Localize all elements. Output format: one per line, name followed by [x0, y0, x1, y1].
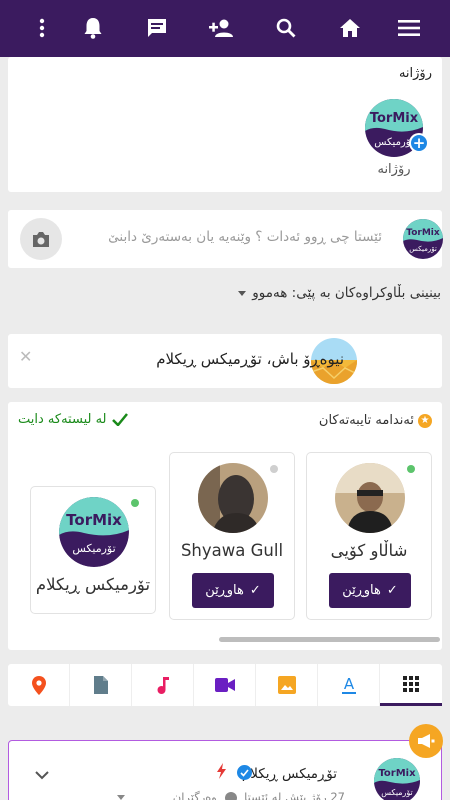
user-avatar: TorMix تۆرمیکس	[403, 219, 443, 259]
add-person-icon[interactable]	[207, 14, 235, 42]
avatar[interactable]	[198, 463, 268, 533]
more-vert-icon[interactable]	[28, 14, 56, 42]
camera-icon[interactable]	[20, 218, 62, 260]
svg-text:TorMix: TorMix	[406, 228, 440, 238]
stories-card: رۆژانە TorMix تۆرمیکس + رۆژانە	[8, 57, 442, 192]
horizontal-scrollbar[interactable]	[219, 637, 440, 642]
video-icon[interactable]	[194, 664, 256, 706]
online-status-dot	[407, 465, 415, 473]
file-icon[interactable]	[70, 664, 132, 706]
svg-text:تۆرمیکس: تۆرمیکس	[72, 542, 115, 555]
svg-text:TorMix: TorMix	[370, 111, 419, 126]
check-icon	[111, 413, 128, 426]
svg-text:A: A	[343, 676, 354, 693]
avatar[interactable]	[335, 463, 405, 533]
globe-icon	[224, 791, 237, 800]
greeting-text: نیوەڕۆ باش، تۆڕمیکس ڕیکلام	[156, 350, 344, 368]
post-timestamp: 27 رۆژ پێش لە ئێستا وەرگێران	[173, 790, 345, 800]
online-status-dot	[131, 499, 139, 507]
search-icon[interactable]	[272, 14, 300, 42]
verified-icon	[237, 765, 252, 780]
lightning-icon	[217, 763, 226, 783]
svg-text:TorMix: TorMix	[66, 511, 122, 529]
post-composer[interactable]: TorMix تۆرمیکس ئێستا چی ڕوو ئەدات ؟ وێنە…	[8, 210, 443, 268]
star-icon: ★	[418, 413, 432, 428]
svg-text:تۆرمیکس: تۆرمیکس	[409, 245, 437, 253]
add-story-avatar[interactable]: TorMix تۆرمیکس +	[365, 99, 429, 157]
chevron-down-icon[interactable]	[35, 765, 49, 784]
top-navbar	[0, 0, 450, 57]
svg-text:TorMix: TorMix	[378, 768, 416, 779]
bell-icon[interactable]	[79, 14, 107, 42]
avatar[interactable]: TorMix تۆرمیکس	[59, 497, 129, 567]
megaphone-icon[interactable]	[409, 724, 443, 758]
stories-title: رۆژانە	[398, 66, 432, 81]
svg-text:تۆرمیکس: تۆرمیکس	[374, 137, 414, 148]
greeting-banner: نیوەڕۆ باش، تۆڕمیکس ڕیکلام ✕	[8, 334, 442, 388]
location-icon[interactable]	[8, 664, 70, 706]
image-icon[interactable]	[256, 664, 318, 706]
svg-text:تۆرمیکس: تۆرمیکس	[381, 788, 413, 797]
composer-placeholder[interactable]: ئێستا چی ڕوو ئەدات ؟ وێنەیە یان بەستەرێ …	[108, 229, 382, 245]
post-author-avatar[interactable]: TorMix تۆرمیکس	[374, 758, 420, 800]
story-label: رۆژانە	[377, 162, 411, 177]
sort-value[interactable]: هەموو	[252, 285, 287, 301]
offline-status-dot	[270, 465, 278, 473]
caret-down-icon[interactable]	[238, 290, 247, 296]
privacy-caret-icon[interactable]	[117, 795, 125, 800]
close-icon[interactable]: ✕	[19, 347, 32, 366]
featured-title: ★ ئەندامە تایبەتەکان	[319, 413, 432, 428]
member-card[interactable]: TorMix تۆرمیکس تۆرمیکس ڕیکلام	[30, 486, 156, 614]
home-icon[interactable]	[336, 14, 364, 42]
post-type-tabs: A	[8, 664, 442, 706]
member-name[interactable]: تۆرمیکس ڕیکلام	[31, 575, 155, 594]
featured-members-card: ★ ئەندامە تایبەتەکان لە لیستەکە دایت شاڵ…	[8, 402, 442, 650]
follow-button[interactable]: ✓ هاوڕێن	[329, 573, 411, 608]
member-card[interactable]: Shyawa Gull ✓ هاوڕێن	[169, 452, 295, 620]
post-author-name[interactable]: تۆڕمیکس ڕیکلام	[242, 766, 337, 782]
member-card[interactable]: شاڵاو کۆیی ✓ هاوڕێن	[306, 452, 432, 620]
member-name[interactable]: شاڵاو کۆیی	[307, 541, 431, 560]
text-icon[interactable]: A	[318, 664, 380, 706]
sort-label: بینینی بڵاوکراوەکان بە پێی:	[291, 285, 441, 301]
menu-icon[interactable]	[395, 14, 423, 42]
member-name[interactable]: Shyawa Gull	[170, 541, 294, 560]
post-card: TorMix تۆرمیکس تۆڕمیکس ڕیکلام 27 رۆژ پێش…	[8, 740, 442, 800]
feed-sort[interactable]: بینینی بڵاوکراوەکان بە پێی: هەموو	[238, 285, 441, 301]
add-icon[interactable]: +	[409, 133, 429, 153]
listed-status: لە لیستەکە دایت	[18, 412, 128, 427]
chat-icon[interactable]	[143, 14, 171, 42]
music-icon[interactable]	[132, 664, 194, 706]
follow-button[interactable]: ✓ هاوڕێن	[192, 573, 274, 608]
grid-icon[interactable]	[380, 664, 442, 706]
